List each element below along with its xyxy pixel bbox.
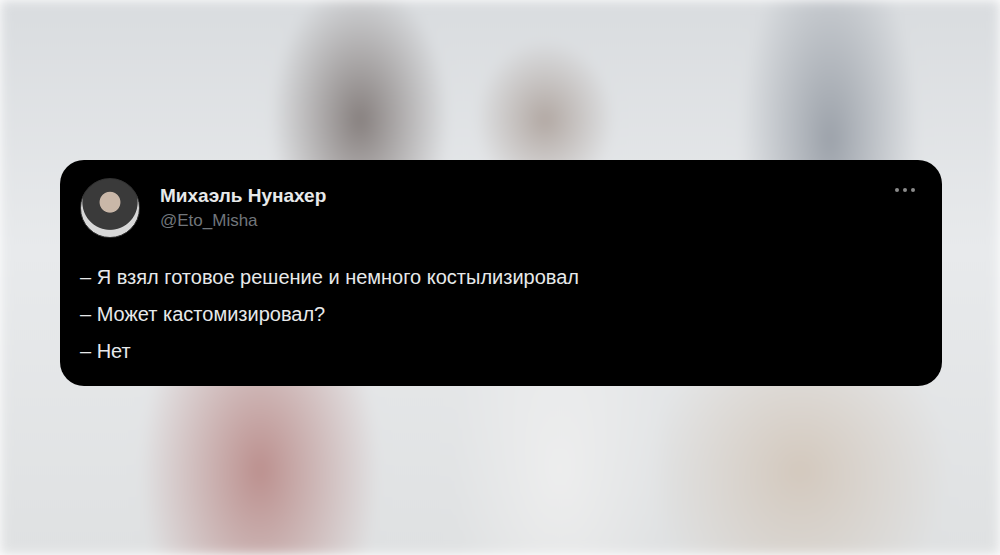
author-name[interactable]: Михаэль Нунахер [160,185,874,207]
meme-image: Михаэль Нунахер @Eto_Misha – Я взял готово… [0,0,1000,555]
post-line: – Нет [80,338,916,364]
avatar[interactable] [80,178,140,238]
more-icon[interactable] [894,186,916,194]
post-text: – Я взял готовое решение и немного косты… [80,264,916,364]
post-line: – Может кастомизировал? [80,301,916,327]
post-line: – Я взял готовое решение и немного косты… [80,264,916,290]
author-handle[interactable]: @Eto_Misha [160,211,874,231]
author-block: Михаэль Нунахер @Eto_Misha [160,185,874,231]
post-header: Михаэль Нунахер @Eto_Misha [80,178,916,238]
post-card: Михаэль Нунахер @Eto_Misha – Я взял готово… [60,160,942,386]
